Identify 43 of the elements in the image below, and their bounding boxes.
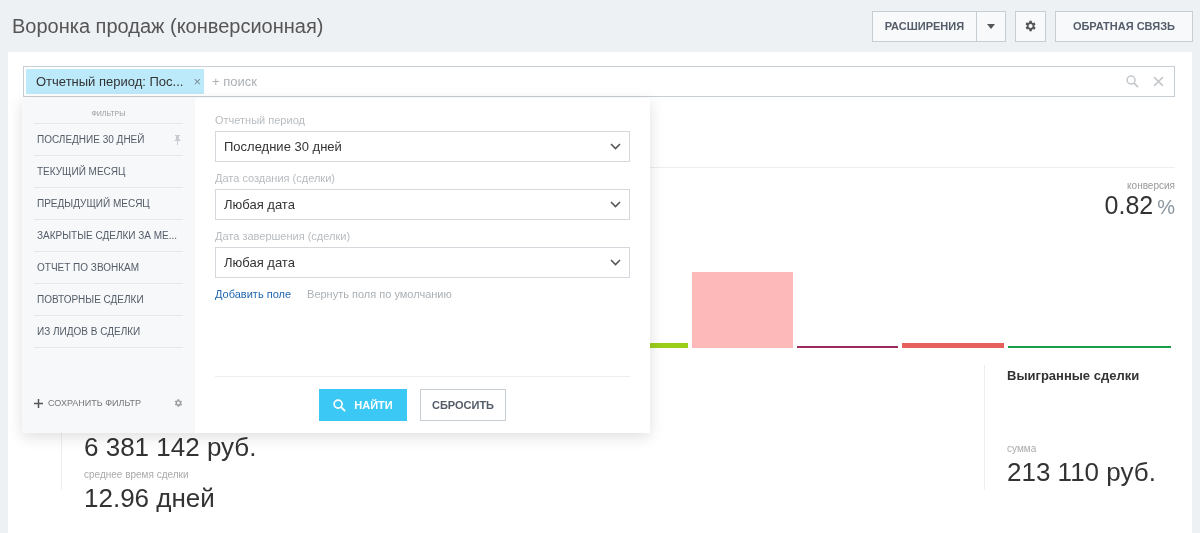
caret-icon <box>986 23 995 29</box>
field-label: Дата создания (сделки) <box>215 172 336 184</box>
chevron-icon <box>610 259 621 266</box>
pin-icon[interactable] <box>174 134 181 145</box>
close-icon[interactable] <box>1153 76 1164 87</box>
filter-preset[interactable]: ПОСЛЕДНИЕ 30 ДНЕЙ <box>34 124 183 156</box>
plus-icon <box>34 398 43 408</box>
won-deals-title: Выигранные сделки <box>1007 368 1141 383</box>
save-filter-button[interactable]: СОХРАНИТЬ ФИЛЬТР <box>34 398 141 408</box>
conversion-label: конверсия <box>1127 180 1175 191</box>
filter-tag-label: Отчетный период: Пос... <box>36 74 184 89</box>
settings-icon[interactable] <box>173 398 183 408</box>
filter-preset[interactable]: ПОВТОРНЫЕ СДЕЛКИ <box>34 284 183 316</box>
field-label: Дата завершения (сделки) <box>215 230 352 242</box>
search-icon[interactable] <box>1126 75 1139 88</box>
select-field[interactable]: Любая дата <box>215 247 630 278</box>
sum-value: 213 110 руб. <box>1007 457 1157 488</box>
feedback-button[interactable]: ОБРАТНАЯ СВЯЗЬ <box>1054 10 1193 42</box>
percent-unit: % <box>1157 196 1175 219</box>
filter-preset[interactable]: ТЕКУЩИЙ МЕСЯЦ <box>34 156 183 188</box>
add-field-link[interactable]: Добавить поле <box>215 288 292 300</box>
filter-preset[interactable]: ПРЕДЫДУЩИЙ МЕСЯЦ <box>34 188 183 220</box>
conversion-value: 0.82 <box>1104 191 1154 220</box>
reset-button[interactable]: СБРОСИТЬ <box>420 389 506 421</box>
settings-icon <box>1023 19 1038 33</box>
field-label: Отчетный период <box>215 114 306 126</box>
sum-label: сумма <box>1007 443 1038 454</box>
filter-preset[interactable]: ЗАКРЫТЫЕ СДЕЛКИ ЗА МЕ... <box>34 220 183 252</box>
chevron-icon <box>610 143 621 150</box>
select-field[interactable]: Последние 30 дней <box>215 131 630 162</box>
select-field[interactable]: Любая дата <box>215 189 630 220</box>
chevron-icon <box>610 201 621 208</box>
extensions-button[interactable]: РАСШИРЕНИЯ <box>871 10 976 42</box>
avg-time-value: 12.96 дней <box>84 483 216 514</box>
filter-preset[interactable]: ИЗ ЛИДОВ В СДЕЛКИ <box>34 316 183 348</box>
avg-time-label: среднее время сделки <box>84 469 190 480</box>
settings-button[interactable] <box>1014 10 1046 42</box>
filter-preset[interactable]: ОТЧЕТ ПО ЗВОНКАМ <box>34 252 183 284</box>
amount-value: 6 381 142 руб. <box>84 432 258 463</box>
search-icon <box>333 398 347 412</box>
page-title: Воронка продаж (конверсионная) <box>12 14 324 38</box>
dropdown-button[interactable] <box>975 10 1006 42</box>
search-field[interactable]: Отчетный период: Пос... × + поиск <box>23 66 1175 97</box>
